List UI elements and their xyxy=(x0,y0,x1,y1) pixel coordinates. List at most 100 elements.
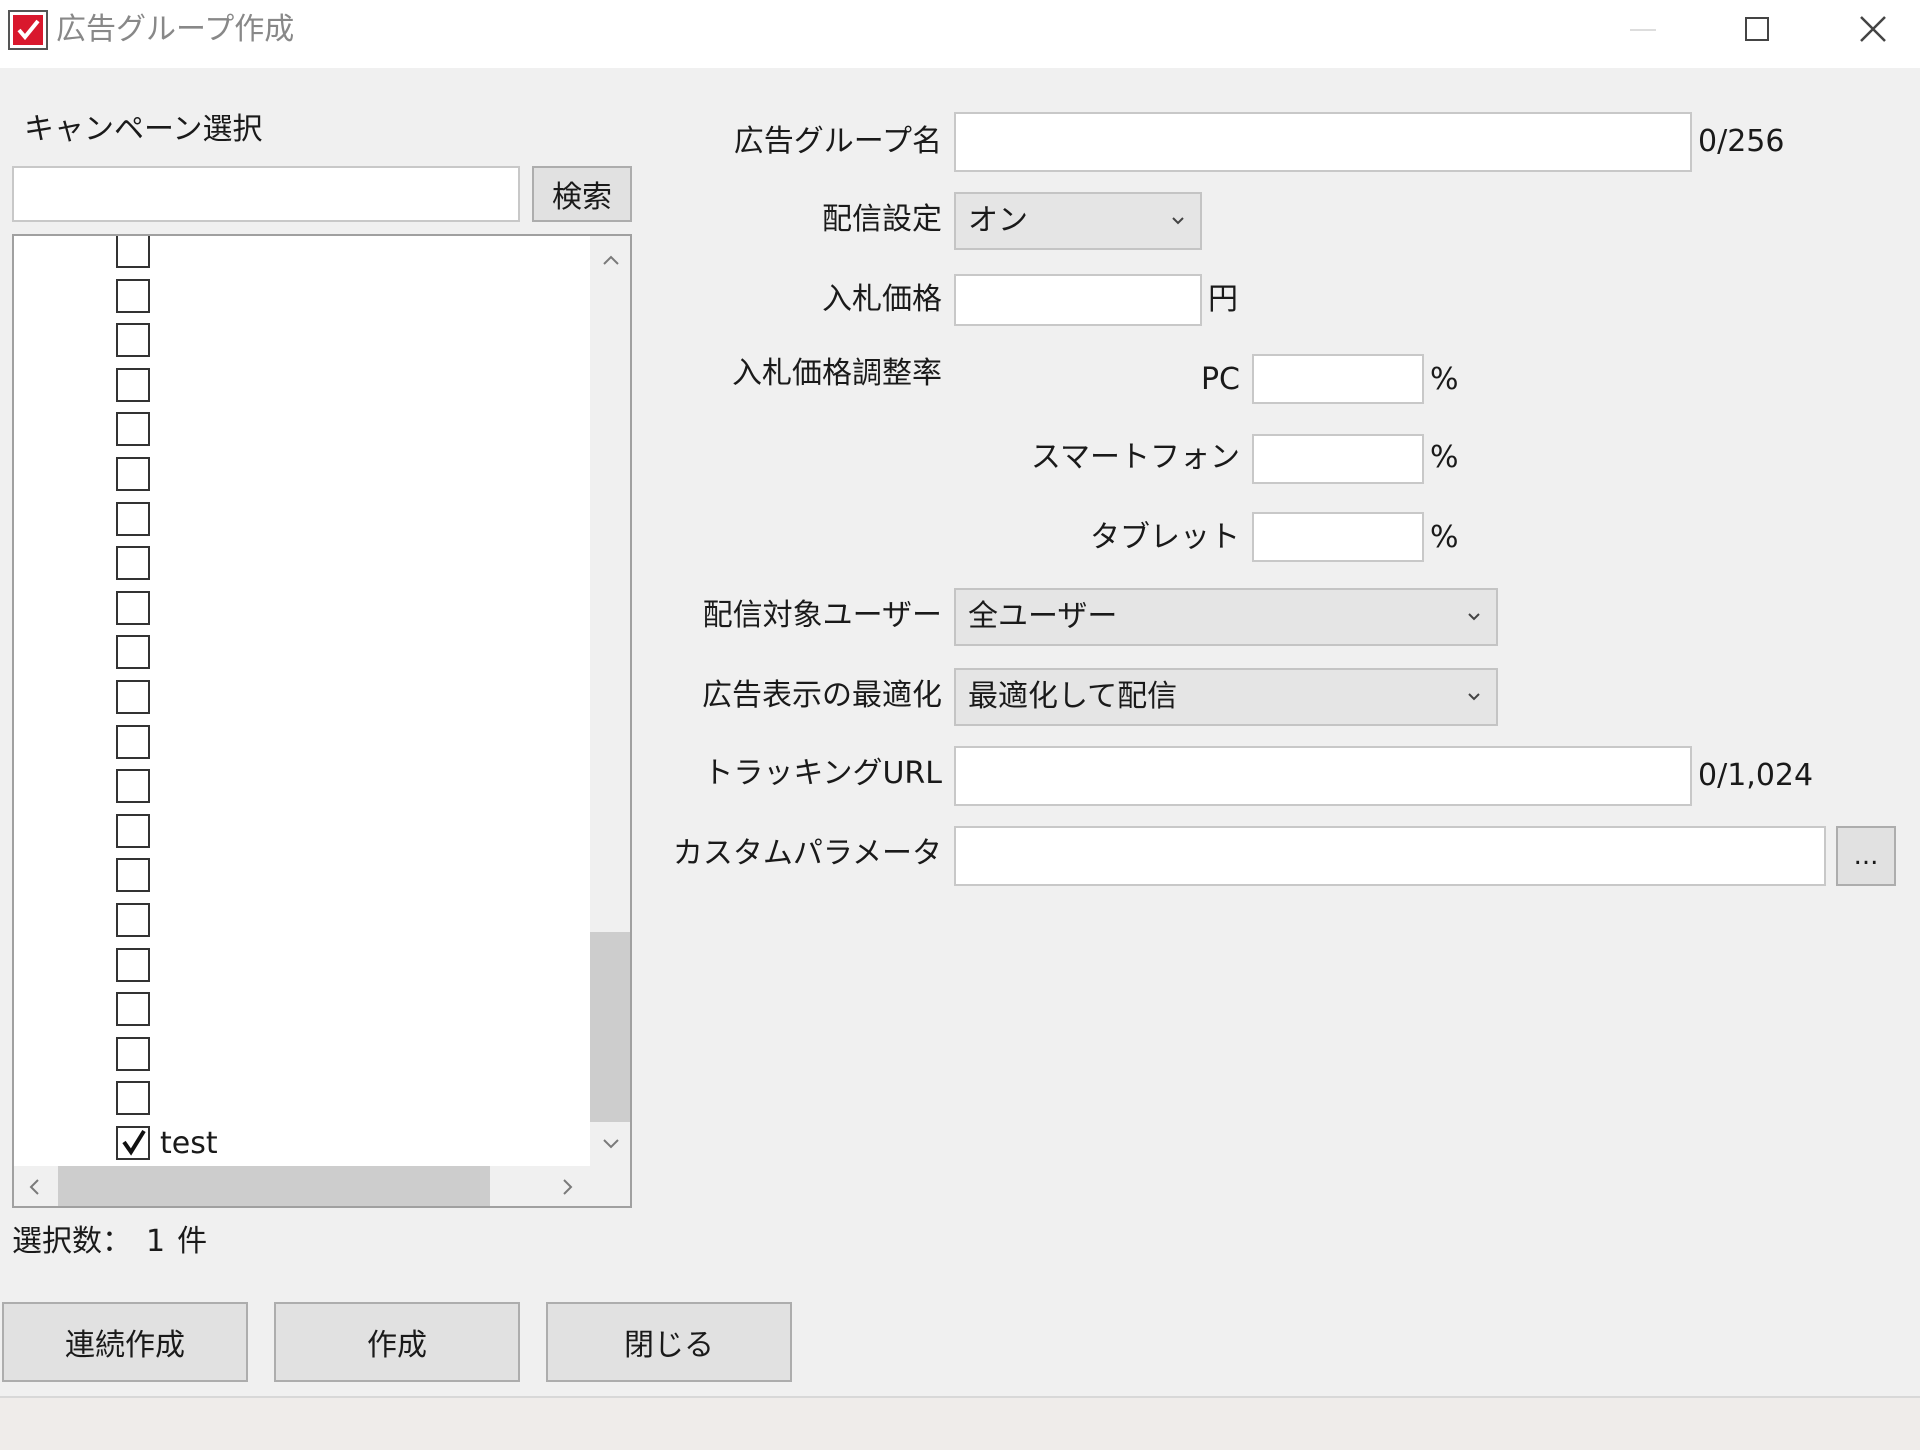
window-title: 広告グループ作成 xyxy=(56,12,295,47)
close-icon xyxy=(1860,16,1886,42)
delivery-select[interactable]: オン xyxy=(954,192,1202,250)
list-item[interactable] xyxy=(14,500,584,540)
bid-label: 入札価格 xyxy=(822,282,942,317)
scrollbar-corner xyxy=(590,1166,630,1206)
scroll-down-icon xyxy=(603,1139,619,1149)
tablet-label: タブレット xyxy=(1090,520,1240,555)
bid-unit: 円 xyxy=(1208,282,1238,317)
campaign-checkbox[interactable] xyxy=(116,725,150,759)
campaign-checkbox[interactable] xyxy=(116,992,150,1026)
list-item[interactable] xyxy=(14,990,584,1030)
list-item[interactable] xyxy=(14,277,584,317)
chevron-down-icon xyxy=(1468,613,1480,621)
tablet-adjust-input[interactable] xyxy=(1252,512,1424,562)
custom-params-button[interactable]: ... xyxy=(1836,826,1896,886)
delivery-label: 配信設定 xyxy=(822,202,942,237)
campaign-checkbox[interactable] xyxy=(116,1126,150,1160)
ad-optimization-label: 広告表示の最適化 xyxy=(702,678,942,713)
list-item[interactable] xyxy=(14,410,584,450)
list-item[interactable] xyxy=(14,1079,584,1119)
minimize-button[interactable] xyxy=(1612,0,1674,60)
list-item[interactable] xyxy=(14,856,584,896)
campaign-heading: キャンペーン選択 xyxy=(24,112,263,147)
list-item[interactable] xyxy=(14,1035,584,1075)
pc-unit: % xyxy=(1430,362,1459,397)
campaign-checkbox[interactable] xyxy=(116,236,150,268)
tracking-url-input[interactable] xyxy=(954,746,1692,806)
custom-params-input[interactable] xyxy=(954,826,1826,886)
campaign-checkbox[interactable] xyxy=(116,546,150,580)
ad-group-name-label: 広告グループ名 xyxy=(733,124,942,159)
selection-count-unit: 件 xyxy=(177,1224,208,1259)
list-item[interactable] xyxy=(14,236,584,272)
ad-optimization-select[interactable]: 最適化して配信 xyxy=(954,668,1498,726)
campaign-checkbox[interactable] xyxy=(116,769,150,803)
maximize-button[interactable] xyxy=(1724,0,1786,60)
maximize-icon xyxy=(1745,17,1769,41)
close-dialog-button[interactable]: 閉じる xyxy=(546,1302,792,1382)
delivery-select-value: オン xyxy=(968,203,1028,238)
campaign-checkbox[interactable] xyxy=(116,1081,150,1115)
tracking-url-label: トラッキングURL xyxy=(703,756,942,791)
create-button[interactable]: 作成 xyxy=(274,1302,520,1382)
list-item[interactable] xyxy=(14,946,584,986)
target-users-select-value: 全ユーザー xyxy=(968,599,1118,634)
pc-label: PC xyxy=(1200,362,1240,397)
custom-params-label: カスタムパラメータ xyxy=(672,836,942,871)
tablet-unit: % xyxy=(1430,520,1459,555)
list-item[interactable] xyxy=(14,455,584,495)
campaign-checkbox[interactable] xyxy=(116,412,150,446)
continuous-create-button[interactable]: 連続作成 xyxy=(2,1302,248,1382)
list-item[interactable] xyxy=(14,366,584,406)
list-item[interactable] xyxy=(14,723,584,763)
selection-count-value: 1 xyxy=(146,1224,166,1259)
list-item[interactable] xyxy=(14,812,584,852)
campaign-checkbox[interactable] xyxy=(116,858,150,892)
campaign-checkbox[interactable] xyxy=(116,814,150,848)
campaign-checkbox[interactable] xyxy=(116,502,150,536)
tracking-url-counter: 0/1,024 xyxy=(1698,758,1814,793)
smartphone-label: スマートフォン xyxy=(1030,440,1240,475)
campaign-checkbox[interactable] xyxy=(116,323,150,357)
vertical-scroll-thumb[interactable] xyxy=(590,932,630,1122)
pc-adjust-input[interactable] xyxy=(1252,354,1424,404)
campaign-checkbox[interactable] xyxy=(116,948,150,982)
app-icon xyxy=(8,10,48,50)
list-item[interactable] xyxy=(14,633,584,673)
campaign-checkbox[interactable] xyxy=(116,1037,150,1071)
status-bar xyxy=(0,1396,1920,1450)
title-bar: 広告グループ作成 xyxy=(0,0,1920,68)
target-users-label: 配信対象ユーザー xyxy=(702,598,942,633)
ad-group-name-counter: 0/256 xyxy=(1698,124,1785,159)
list-item[interactable] xyxy=(14,544,584,584)
bid-input[interactable] xyxy=(954,274,1202,326)
campaign-checkbox[interactable] xyxy=(116,457,150,491)
bid-adjust-label: 入札価格調整率 xyxy=(732,356,942,391)
close-button[interactable] xyxy=(1842,0,1904,60)
campaign-checkbox[interactable] xyxy=(116,368,150,402)
campaign-list[interactable]: test xyxy=(12,234,632,1208)
campaign-search-input[interactable] xyxy=(12,166,520,222)
list-item[interactable] xyxy=(14,589,584,629)
horizontal-scroll-thumb[interactable] xyxy=(58,1166,490,1206)
list-item[interactable] xyxy=(14,901,584,941)
campaign-checkbox[interactable] xyxy=(116,635,150,669)
checkmark-icon xyxy=(122,1129,146,1156)
scroll-right-icon xyxy=(563,1179,573,1195)
ad-group-name-input[interactable] xyxy=(954,112,1692,172)
campaign-checkbox[interactable] xyxy=(116,903,150,937)
selection-count: 選択数： 1 件 xyxy=(12,1222,207,1262)
campaign-checkbox[interactable] xyxy=(116,591,150,625)
campaign-checkbox[interactable] xyxy=(116,680,150,714)
scroll-left-icon xyxy=(29,1179,39,1195)
list-item[interactable]: test xyxy=(14,1124,584,1164)
chevron-down-icon xyxy=(1468,693,1480,701)
smartphone-unit: % xyxy=(1430,440,1459,475)
selection-count-label: 選択数： xyxy=(12,1224,132,1259)
list-item[interactable] xyxy=(14,767,584,807)
target-users-select[interactable]: 全ユーザー xyxy=(954,588,1498,646)
campaign-checkbox[interactable] xyxy=(116,279,150,313)
list-item[interactable] xyxy=(14,321,584,361)
smartphone-adjust-input[interactable] xyxy=(1252,434,1424,484)
list-item[interactable] xyxy=(14,678,584,718)
